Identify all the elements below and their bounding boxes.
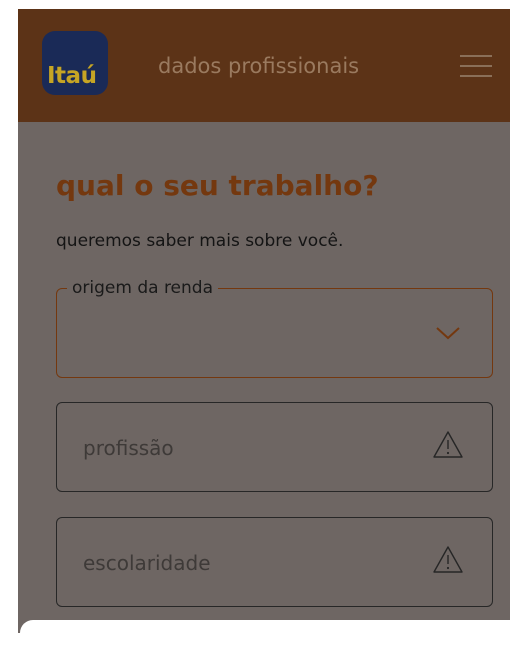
- menu-line: [460, 55, 492, 57]
- page-subtitle: queremos saber mais sobre você.: [56, 231, 344, 251]
- income-source-select[interactable]: origem da renda: [56, 277, 493, 378]
- chevron-down-icon: [436, 327, 460, 340]
- page-title: qual o seu trabalho?: [56, 169, 379, 202]
- logo-text: Itaú: [47, 63, 97, 89]
- itau-logo: Itaú: [42, 31, 108, 95]
- header-title: dados profissionais: [158, 54, 360, 78]
- profession-field[interactable]: profissão: [56, 402, 493, 492]
- app-screen: Itaú dados profissionais qual o seu trab…: [18, 9, 510, 633]
- education-placeholder: escolaridade: [83, 551, 211, 575]
- warning-icon: [433, 546, 463, 573]
- profession-placeholder: profissão: [83, 436, 174, 460]
- warning-icon: [433, 431, 463, 458]
- income-source-label: origem da renda: [67, 277, 218, 299]
- menu-line: [460, 65, 492, 67]
- bottom-sheet[interactable]: [20, 620, 510, 660]
- education-field[interactable]: escolaridade: [56, 517, 493, 607]
- hamburger-menu-icon[interactable]: [460, 53, 492, 79]
- menu-line: [460, 75, 492, 77]
- app-header: Itaú dados profissionais: [18, 9, 510, 122]
